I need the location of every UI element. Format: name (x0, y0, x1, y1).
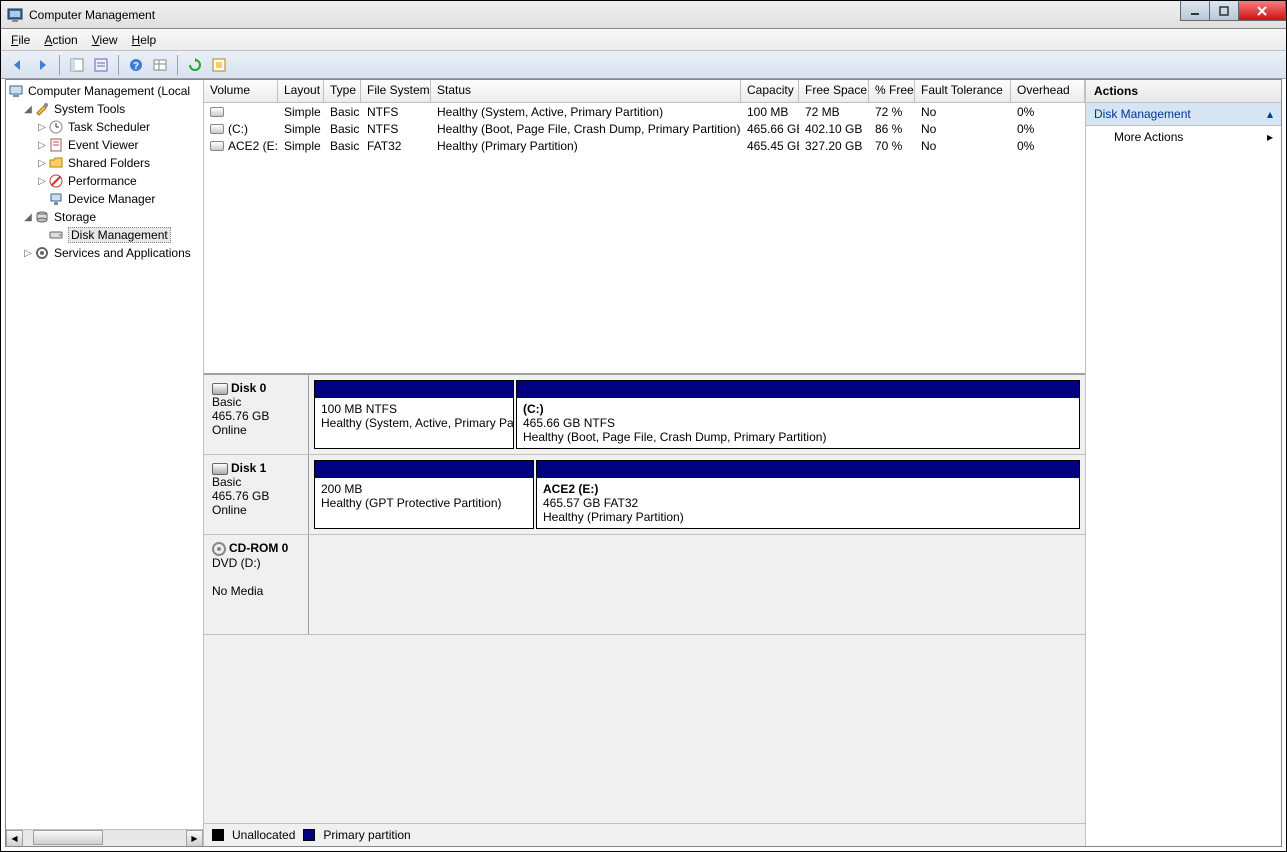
help-button[interactable]: ? (125, 54, 147, 76)
volume-row[interactable]: Simple Basic NTFS Healthy (System, Activ… (204, 103, 1085, 120)
disk-row[interactable]: CD-ROM 0 DVD (D:) No Media (204, 535, 1085, 635)
tree-task-scheduler[interactable]: ▷ Task Scheduler (8, 118, 201, 136)
volume-list-header: Volume Layout Type File System Status Ca… (204, 80, 1085, 103)
partition[interactable]: 100 MB NTFS Healthy (System, Active, Pri… (314, 380, 514, 449)
drive-icon (210, 141, 224, 151)
window-title: Computer Management (29, 8, 155, 22)
expand-icon[interactable]: ▷ (36, 158, 48, 169)
menu-help[interactable]: Help (132, 33, 157, 47)
toolbar: ? (1, 51, 1286, 79)
tree-services-apps[interactable]: ▷ Services and Applications (8, 244, 201, 262)
drive-icon (210, 124, 224, 134)
actions-panel: Actions Disk Management ▴ More Actions ▸ (1086, 80, 1281, 846)
partition[interactable]: 200 MB Healthy (GPT Protective Partition… (314, 460, 534, 529)
col-fs[interactable]: File System (361, 80, 431, 102)
computer-icon (8, 83, 24, 99)
scroll-left-button[interactable]: ◀ (6, 830, 23, 847)
disk-icon (212, 463, 228, 475)
app-window: Computer Management File Action View Hel… (0, 0, 1287, 852)
col-overhead[interactable]: Overhead (1011, 80, 1085, 102)
folder-icon (48, 155, 64, 171)
services-icon (34, 245, 50, 261)
volume-row[interactable]: ACE2 (E:) Simple Basic FAT32 Healthy (Pr… (204, 137, 1085, 154)
tree-event-viewer[interactable]: ▷ Event Viewer (8, 136, 201, 154)
tree-performance[interactable]: ▷ Performance (8, 172, 201, 190)
chevron-right-icon: ▸ (1267, 130, 1273, 144)
collapse-icon[interactable]: ◢ (22, 212, 34, 223)
col-fault[interactable]: Fault Tolerance (915, 80, 1011, 102)
partition[interactable]: ACE2 (E:) 465.57 GB FAT32 Healthy (Prima… (536, 460, 1080, 529)
scroll-right-button[interactable]: ▶ (186, 830, 203, 847)
col-status[interactable]: Status (431, 80, 741, 102)
show-hide-tree-button[interactable] (66, 54, 88, 76)
tree-horizontal-scrollbar[interactable]: ◀ ▶ (6, 829, 203, 846)
svg-text:?: ? (133, 61, 139, 72)
tree-system-tools[interactable]: ◢ System Tools (8, 100, 201, 118)
minimize-button[interactable] (1180, 1, 1210, 21)
legend-unallocated-icon (212, 829, 224, 841)
expand-icon[interactable]: ▷ (36, 140, 48, 151)
legend-primary-icon (303, 829, 315, 841)
legend-primary-label: Primary partition (323, 828, 410, 842)
tree-storage[interactable]: ◢ Storage (8, 208, 201, 226)
collapse-icon[interactable]: ◢ (22, 104, 34, 115)
cdrom-icon (212, 542, 226, 556)
tree-shared-folders[interactable]: ▷ Shared Folders (8, 154, 201, 172)
menu-action[interactable]: Action (44, 33, 77, 47)
tree-root[interactable]: Computer Management (Local (8, 82, 201, 100)
chevron-up-icon: ▴ (1267, 107, 1273, 121)
settings-button[interactable] (208, 54, 230, 76)
disk-info: Disk 1 Basic 465.76 GB Online (204, 455, 309, 534)
volume-row[interactable]: (C:) Simple Basic NTFS Healthy (Boot, Pa… (204, 120, 1085, 137)
menubar: File Action View Help (1, 29, 1286, 51)
col-volume[interactable]: Volume (204, 80, 278, 102)
scroll-thumb[interactable] (33, 830, 103, 845)
properties-button[interactable] (90, 54, 112, 76)
app-icon (7, 7, 23, 23)
legend-unallocated-label: Unallocated (232, 828, 295, 842)
content-area: Computer Management (Local ◢ System Tool… (5, 79, 1282, 847)
menu-file[interactable]: File (11, 33, 30, 47)
disk-info: Disk 0 Basic 465.76 GB Online (204, 375, 309, 454)
refresh-button[interactable] (184, 54, 206, 76)
disk-icon (212, 383, 228, 395)
expand-icon[interactable]: ▷ (22, 248, 34, 259)
performance-icon (48, 173, 64, 189)
menu-view[interactable]: View (92, 33, 118, 47)
col-free[interactable]: Free Space (799, 80, 869, 102)
clock-icon (48, 119, 64, 135)
tools-icon (34, 101, 50, 117)
titlebar[interactable]: Computer Management (1, 1, 1286, 29)
maximize-button[interactable] (1209, 1, 1239, 21)
col-type[interactable]: Type (324, 80, 361, 102)
actions-section[interactable]: Disk Management ▴ (1086, 103, 1281, 126)
volume-list: Simple Basic NTFS Healthy (System, Activ… (204, 103, 1085, 373)
more-actions-item[interactable]: More Actions ▸ (1086, 126, 1281, 148)
navigation-tree: Computer Management (Local ◢ System Tool… (6, 80, 204, 846)
back-button[interactable] (7, 54, 29, 76)
expand-icon[interactable]: ▷ (36, 176, 48, 187)
actions-header: Actions (1086, 80, 1281, 103)
view-button[interactable] (149, 54, 171, 76)
event-icon (48, 137, 64, 153)
forward-button[interactable] (31, 54, 53, 76)
main-panel: Volume Layout Type File System Status Ca… (204, 80, 1086, 846)
disk-row[interactable]: Disk 0 Basic 465.76 GB Online 100 MB NTF… (204, 375, 1085, 455)
disk-icon (48, 227, 64, 243)
device-icon (48, 191, 64, 207)
drive-icon (210, 107, 224, 117)
storage-icon (34, 209, 50, 225)
disk-legend: Unallocated Primary partition (204, 823, 1085, 846)
col-capacity[interactable]: Capacity (741, 80, 799, 102)
disk-row[interactable]: Disk 1 Basic 465.76 GB Online 200 MB Hea… (204, 455, 1085, 535)
partition[interactable]: (C:) 465.66 GB NTFS Healthy (Boot, Page … (516, 380, 1080, 449)
tree-disk-management[interactable]: ▷ Disk Management (8, 226, 201, 244)
close-button[interactable] (1238, 1, 1286, 21)
disk-info: CD-ROM 0 DVD (D:) No Media (204, 535, 309, 634)
expand-icon[interactable]: ▷ (36, 122, 48, 133)
disk-graphical-view: Disk 0 Basic 465.76 GB Online 100 MB NTF… (204, 373, 1085, 846)
col-layout[interactable]: Layout (278, 80, 324, 102)
col-pctfree[interactable]: % Free (869, 80, 915, 102)
tree-device-manager[interactable]: ▷ Device Manager (8, 190, 201, 208)
